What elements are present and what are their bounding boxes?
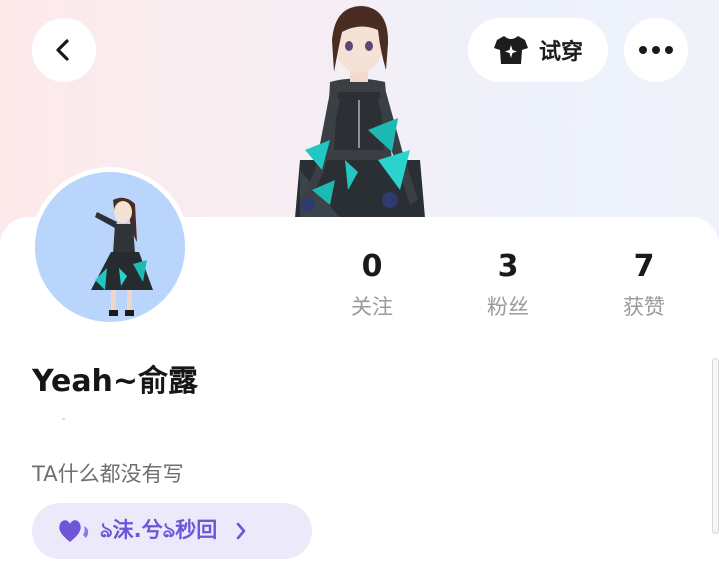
stat-following-count: 0: [361, 249, 383, 284]
stat-likes-label: 获赞: [623, 295, 665, 319]
username: Yeah~俞露: [32, 364, 199, 399]
scrollbar[interactable]: [712, 358, 719, 534]
try-on-label: 试穿: [538, 40, 583, 65]
stat-followers-count: 3: [497, 249, 519, 284]
stat-following[interactable]: 0 关注: [322, 248, 422, 325]
stat-following-label: 关注: [351, 295, 393, 319]
back-button[interactable]: [32, 18, 96, 82]
stat-likes-count: 7: [633, 249, 655, 284]
shirt-sparkle-icon: [493, 36, 528, 64]
relationship-tag[interactable]: ঌ沫.兮ঌ秒回: [32, 503, 312, 559]
hearts-icon: [59, 520, 89, 542]
more-options-button[interactable]: [624, 18, 688, 82]
avatar-frame[interactable]: [30, 167, 190, 327]
avatar: [35, 172, 185, 322]
avatar-character-illustration: [35, 172, 185, 322]
stat-followers[interactable]: 3 粉丝: [458, 248, 558, 325]
chevron-right-icon: [235, 522, 247, 540]
stat-likes[interactable]: 7 获赞: [594, 248, 694, 325]
relationship-tag-text: ঌ沫.兮ঌ秒回: [100, 517, 218, 542]
ellipsis-icon: [639, 46, 673, 54]
bio-text: TA什么都没有写: [32, 462, 184, 486]
stat-followers-label: 粉丝: [487, 295, 529, 319]
try-on-button[interactable]: 试穿: [468, 18, 608, 82]
divider-dot: [62, 418, 65, 420]
chevron-left-icon: [56, 39, 69, 61]
